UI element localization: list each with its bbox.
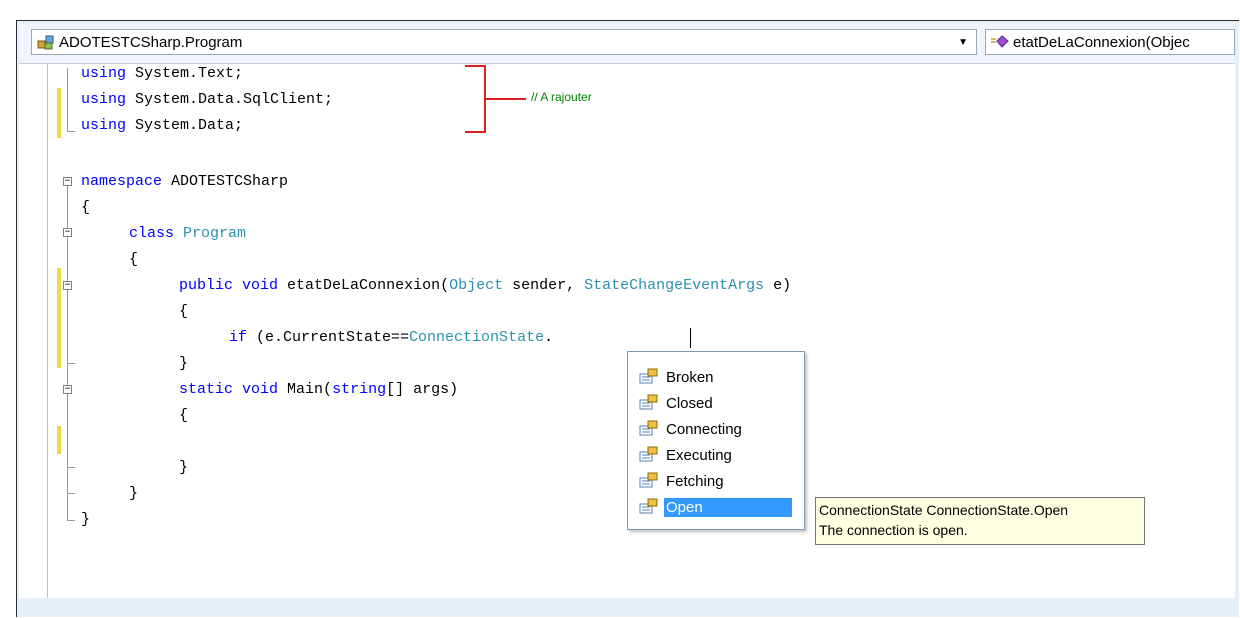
- code-brace: {: [81, 199, 91, 216]
- text-caret: [690, 328, 691, 348]
- annotation-bracket: [465, 65, 485, 67]
- gutter-divider: [47, 64, 48, 598]
- enum-member-icon: [639, 498, 658, 514]
- tooltip-description: The connection is open.: [819, 522, 968, 538]
- enum-member-icon: [639, 446, 658, 462]
- outline-guide: [67, 520, 75, 521]
- completion-item-closed[interactable]: Closed: [638, 391, 800, 415]
- enum-member-icon: [639, 394, 658, 410]
- code-brace: {: [179, 407, 189, 424]
- completion-item-broken[interactable]: Broken: [638, 365, 800, 389]
- outline-guide: [67, 363, 75, 364]
- code-line-method: public void etatDeLaConnexion(Object sen…: [179, 277, 792, 294]
- class-selector-label: ADOTESTCSharp.Program: [59, 33, 243, 51]
- outline-guide: [67, 68, 68, 131]
- collapse-method-toggle[interactable]: −: [63, 281, 72, 290]
- navigation-bar: ADOTESTCSharp.Program ▼ etatDeLaConnexio…: [19, 23, 1235, 63]
- collapse-class-toggle[interactable]: −: [63, 228, 72, 237]
- member-selector-label: etatDeLaConnexion(Objec: [1013, 33, 1190, 51]
- change-marker: [57, 88, 61, 138]
- completion-item-executing[interactable]: Executing: [638, 443, 800, 467]
- code-brace: {: [179, 303, 189, 320]
- code-line-using-text: using System.Text;: [81, 65, 244, 82]
- code-line-using-sqlclient: using System.Data.SqlClient;: [81, 91, 334, 108]
- code-brace: }: [179, 355, 189, 372]
- class-selector-dropdown[interactable]: ADOTESTCSharp.Program ▼: [31, 29, 977, 55]
- completion-item-connecting[interactable]: Connecting: [638, 417, 800, 441]
- change-marker: [57, 268, 61, 368]
- completion-list[interactable]: Broken Closed Connecting Executing Fetch…: [627, 351, 805, 530]
- completion-item-open[interactable]: Open: [638, 495, 800, 519]
- enum-member-icon: [639, 368, 658, 384]
- collapse-namespace-toggle[interactable]: −: [63, 177, 72, 186]
- outline-guide: [67, 131, 75, 132]
- code-brace: }: [129, 485, 139, 502]
- code-line-main: static void Main(string[] args): [179, 381, 459, 398]
- collapse-main-toggle[interactable]: −: [63, 385, 72, 394]
- code-brace: }: [179, 459, 189, 476]
- outline-guide: [67, 493, 75, 494]
- chevron-down-icon[interactable]: ▼: [958, 37, 968, 48]
- annotation-bracket: [465, 131, 485, 133]
- enum-member-icon: [639, 472, 658, 488]
- class-icon: [37, 35, 54, 50]
- member-selector-dropdown[interactable]: etatDeLaConnexion(Objec: [985, 29, 1235, 55]
- enum-member-icon: [639, 420, 658, 436]
- change-marker: [57, 426, 61, 454]
- outline-guide: [67, 467, 75, 468]
- annotation-bracket: [486, 98, 526, 100]
- code-brace: }: [81, 511, 91, 528]
- completion-item-fetching[interactable]: Fetching: [638, 469, 800, 493]
- quick-info-tooltip: ConnectionState ConnectionState.Open The…: [815, 497, 1145, 545]
- code-brace: {: [129, 251, 139, 268]
- annotation-comment: // A rajouter: [531, 90, 592, 104]
- code-line-if: if (e.CurrentState==ConnectionState.: [229, 329, 554, 346]
- method-icon: [991, 35, 1009, 48]
- code-line-using-data: using System.Data;: [81, 117, 244, 134]
- code-line-namespace: namespace ADOTESTCSharp: [81, 173, 289, 190]
- tooltip-signature: ConnectionState ConnectionState.Open: [819, 502, 1069, 518]
- code-line-class: class Program: [129, 225, 247, 242]
